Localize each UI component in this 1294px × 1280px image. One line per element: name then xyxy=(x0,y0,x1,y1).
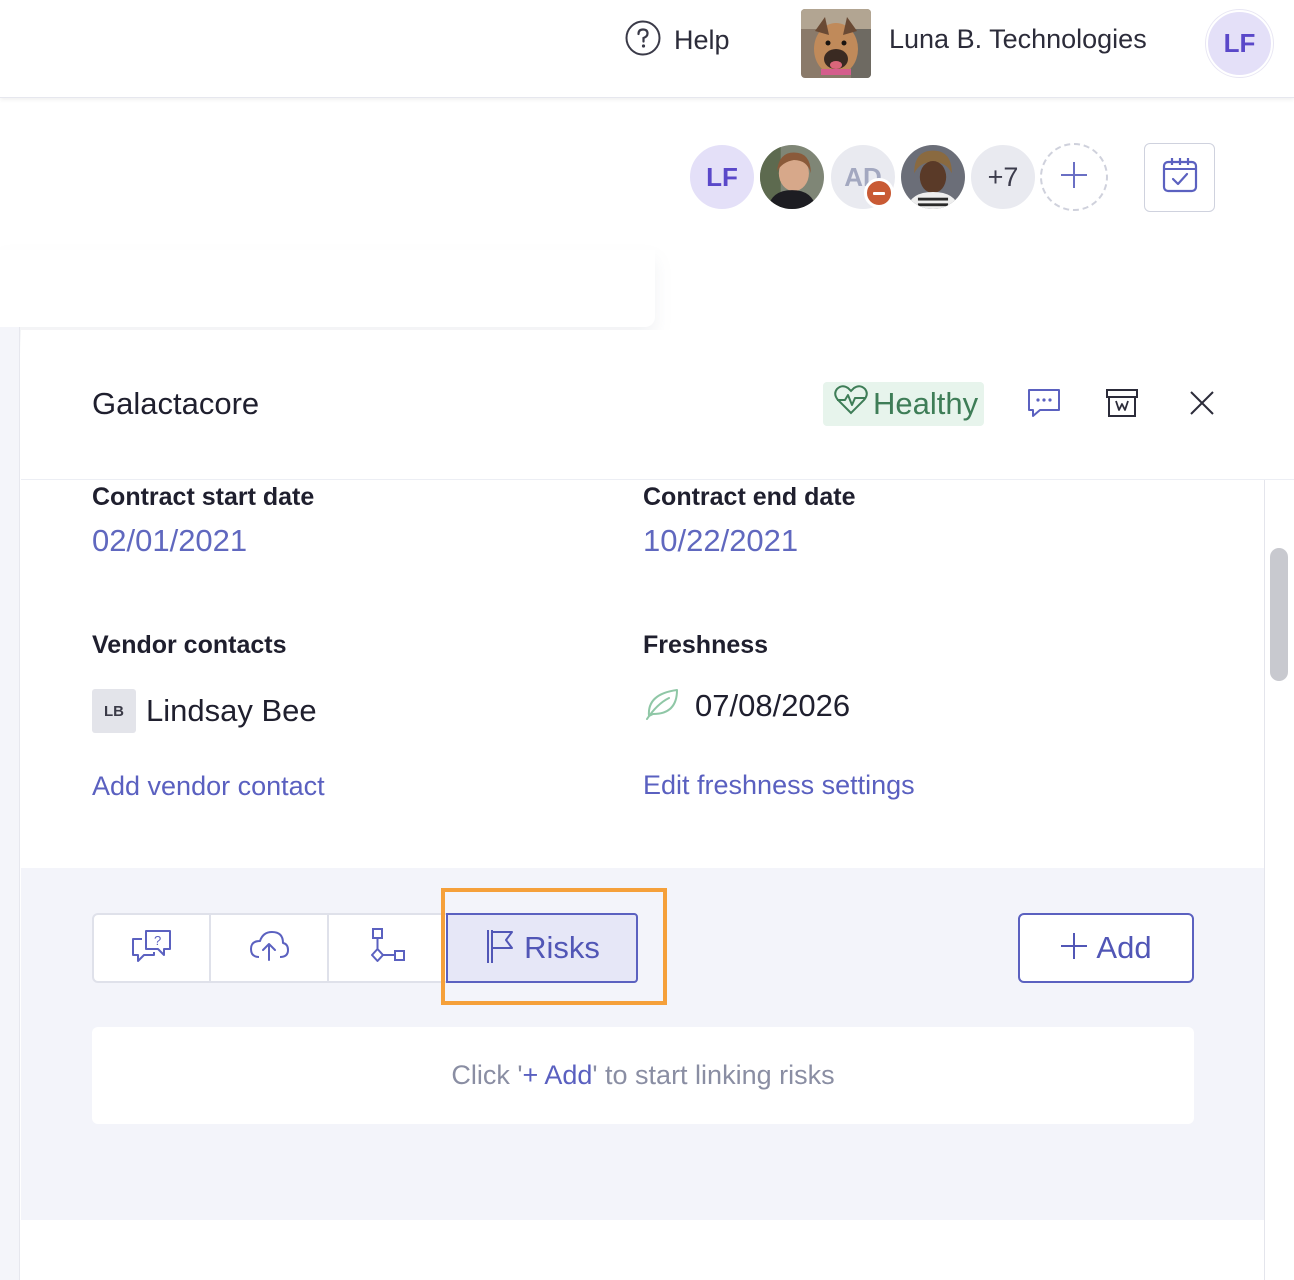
add-member-button[interactable] xyxy=(1040,143,1108,211)
contact-name: Lindsay Bee xyxy=(146,693,317,728)
empty-state-suffix: ' to start linking risks xyxy=(592,1060,835,1090)
plus-icon xyxy=(1060,932,1088,965)
contract-end-label: Contract end date xyxy=(643,483,856,511)
top-header: Help Luna B. Technologies LF xyxy=(0,0,1294,98)
contract-end-date[interactable]: 10/22/2021 xyxy=(643,523,798,559)
edit-freshness-settings-link[interactable]: Edit freshness settings xyxy=(643,770,915,801)
heart-pulse-icon xyxy=(833,384,869,424)
archive-button[interactable] xyxy=(1102,385,1142,425)
add-button-label: Add xyxy=(1096,930,1152,965)
health-status-label: Healthy xyxy=(873,386,979,421)
user-avatar[interactable]: LF xyxy=(1206,10,1273,77)
scrollbar-thumb[interactable] xyxy=(1270,548,1288,681)
organization-name[interactable]: Luna B. Technologies xyxy=(889,24,1147,55)
workflow-icon xyxy=(369,927,407,970)
contract-start-date[interactable]: 02/01/2021 xyxy=(92,523,247,559)
close-icon xyxy=(1189,390,1215,421)
tab-risks[interactable]: Risks xyxy=(446,913,638,983)
member-avatar-initials[interactable]: LF xyxy=(688,143,756,211)
freshness-label: Freshness xyxy=(643,631,769,659)
add-button[interactable]: Add xyxy=(1018,913,1194,983)
contract-start-label: Contract start date xyxy=(92,483,315,511)
calendar-check-icon xyxy=(1160,155,1200,200)
archive-icon xyxy=(1105,387,1139,424)
more-members-count[interactable]: +7 xyxy=(969,143,1037,211)
help-link[interactable]: Help xyxy=(624,20,730,60)
close-button[interactable] xyxy=(1182,385,1222,425)
comment-icon xyxy=(1026,386,1062,425)
plus-icon xyxy=(1059,160,1089,195)
organization-logo-image[interactable] xyxy=(801,9,871,78)
freshness-date: 07/08/2026 xyxy=(695,687,851,723)
cloud-upload-icon xyxy=(249,929,289,968)
help-circle-icon xyxy=(624,19,662,62)
calendar-check-button[interactable] xyxy=(1144,143,1215,212)
flag-icon xyxy=(484,928,516,969)
vendor-contacts-label: Vendor contacts xyxy=(92,631,287,659)
empty-state-add-link[interactable]: + Add xyxy=(523,1060,593,1091)
vendor-contact-item[interactable]: LB Lindsay Bee xyxy=(92,689,317,733)
freshness-value: 07/08/2026 xyxy=(643,686,850,725)
background-panel xyxy=(0,327,20,1280)
background-card xyxy=(0,250,655,327)
question-chat-icon: ? xyxy=(130,927,174,970)
remove-minus-icon xyxy=(864,178,894,208)
help-label: Help xyxy=(674,24,730,55)
drawer-header: Galactacore Healthy xyxy=(21,330,1294,480)
add-vendor-contact-link[interactable]: Add vendor contact xyxy=(92,771,325,802)
page: Help Luna B. Technologies LF LF AD +7 Ga… xyxy=(0,0,1294,1280)
tab-workflow[interactable] xyxy=(327,913,448,983)
tab-risks-label: Risks xyxy=(524,930,600,965)
svg-text:?: ? xyxy=(154,933,161,948)
comment-button[interactable] xyxy=(1024,385,1064,425)
contact-initials-badge: LB xyxy=(92,689,136,733)
tab-uploads[interactable] xyxy=(209,913,329,983)
tab-questions[interactable]: ? xyxy=(92,913,211,983)
member-avatar-photo[interactable] xyxy=(758,143,826,211)
health-status-badge[interactable]: Healthy xyxy=(823,382,985,426)
leaf-icon xyxy=(643,686,681,725)
empty-state-prefix: Click ' xyxy=(451,1060,523,1090)
vendor-name: Galactacore xyxy=(92,386,260,421)
empty-state-message: Click ' + Add ' to start linking risks xyxy=(92,1027,1194,1124)
member-avatar-photo[interactable] xyxy=(899,143,967,211)
member-avatar-removed[interactable]: AD xyxy=(829,143,897,211)
